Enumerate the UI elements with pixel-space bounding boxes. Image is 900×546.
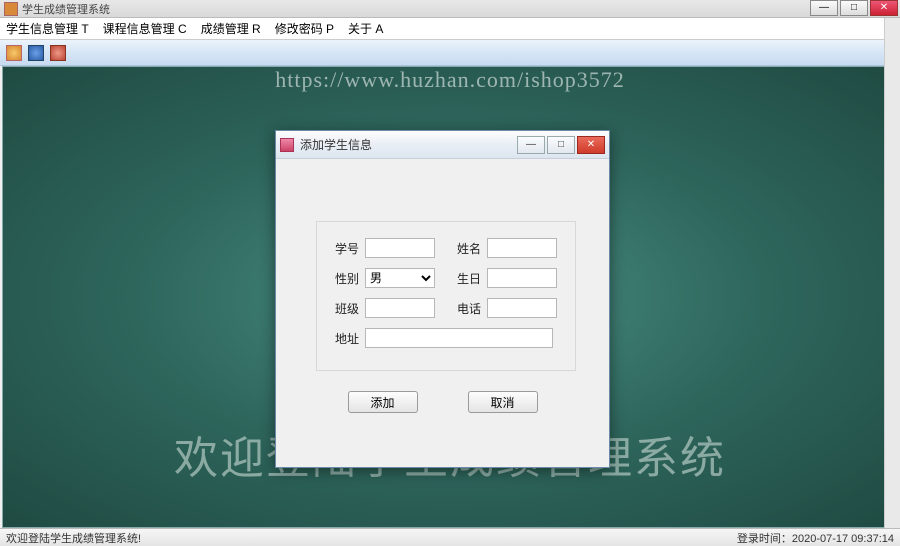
menu-password[interactable]: 修改密码 P xyxy=(275,20,334,37)
input-address[interactable] xyxy=(365,328,553,348)
status-right-time: 2020-07-17 09:37:14 xyxy=(792,533,894,545)
input-phone[interactable] xyxy=(487,298,557,318)
input-sno[interactable] xyxy=(365,238,435,258)
status-right: 登录时间：2020-07-17 09:37:14 xyxy=(737,530,894,546)
menu-student[interactable]: 学生信息管理 T xyxy=(6,20,89,37)
menu-grade[interactable]: 成绩管理 R xyxy=(201,20,261,37)
select-gender[interactable]: 男 xyxy=(365,268,435,288)
main-title: 学生成绩管理系统 xyxy=(22,1,110,17)
status-left: 欢迎登陆学生成绩管理系统! xyxy=(6,530,141,546)
menubar: 学生信息管理 T 课程信息管理 C 成绩管理 R 修改密码 P 关于 A xyxy=(0,18,900,40)
toolbar-user-icon[interactable] xyxy=(6,45,22,61)
dialog-window-controls: — □ ✕ xyxy=(517,136,605,154)
add-student-dialog: 添加学生信息 — □ ✕ 学号 姓名 性别 男 生日 班级 电话 xyxy=(275,130,610,468)
input-name[interactable] xyxy=(487,238,557,258)
app-icon xyxy=(4,2,18,16)
dialog-close-button[interactable]: ✕ xyxy=(577,136,605,154)
dialog-minimize-button[interactable]: — xyxy=(517,136,545,154)
dialog-button-row: 添加 取消 xyxy=(276,391,609,413)
main-window-controls: — □ ✕ xyxy=(808,0,898,18)
toolbar xyxy=(0,40,900,66)
status-right-label: 登录时间： xyxy=(737,533,792,545)
label-name: 姓名 xyxy=(451,240,481,257)
main-titlebar: 学生成绩管理系统 xyxy=(0,0,900,18)
label-address: 地址 xyxy=(329,330,359,347)
statusbar: 欢迎登陆学生成绩管理系统! 登录时间：2020-07-17 09:37:14 xyxy=(0,528,900,546)
main-vertical-scrollbar[interactable] xyxy=(884,18,900,528)
form-panel: 学号 姓名 性别 男 生日 班级 电话 地址 xyxy=(316,221,576,371)
dialog-app-icon xyxy=(280,138,294,152)
watermark-url: https://www.huzhan.com/ishop3572 xyxy=(275,67,625,93)
label-class: 班级 xyxy=(329,300,359,317)
dialog-titlebar[interactable]: 添加学生信息 — □ ✕ xyxy=(276,131,609,159)
toolbar-exit-icon[interactable] xyxy=(50,45,66,61)
menu-course[interactable]: 课程信息管理 C xyxy=(103,20,187,37)
main-minimize-button[interactable]: — xyxy=(810,0,838,16)
label-gender: 性别 xyxy=(329,270,359,287)
toolbar-book-icon[interactable] xyxy=(28,45,44,61)
label-sno: 学号 xyxy=(329,240,359,257)
cancel-button[interactable]: 取消 xyxy=(468,391,538,413)
menu-about[interactable]: 关于 A xyxy=(348,20,383,37)
label-birthday: 生日 xyxy=(451,270,481,287)
add-button[interactable]: 添加 xyxy=(348,391,418,413)
dialog-maximize-button[interactable]: □ xyxy=(547,136,575,154)
dialog-title: 添加学生信息 xyxy=(300,136,517,153)
label-phone: 电话 xyxy=(451,300,481,317)
input-birthday[interactable] xyxy=(487,268,557,288)
main-close-button[interactable]: ✕ xyxy=(870,0,898,16)
main-maximize-button[interactable]: □ xyxy=(840,0,868,16)
input-class[interactable] xyxy=(365,298,435,318)
